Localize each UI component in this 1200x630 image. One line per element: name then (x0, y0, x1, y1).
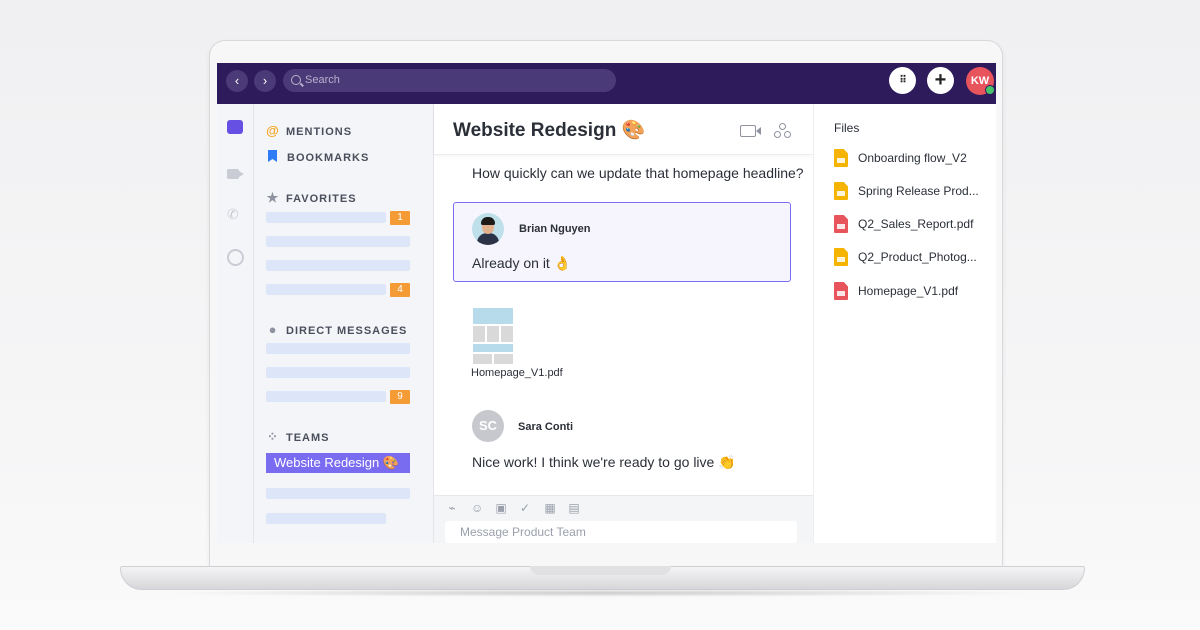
team-item-placeholder[interactable] (266, 488, 410, 499)
chat-pane: Website Redesign 🎨 How quickly can we up… (434, 104, 813, 543)
dm-item-placeholder[interactable] (266, 391, 386, 402)
favorite-item-placeholder[interactable] (266, 260, 410, 271)
calendar-icon[interactable]: ▦ (544, 502, 556, 514)
dm-item-placeholder[interactable] (266, 367, 410, 378)
video-icon[interactable] (227, 169, 244, 179)
file-item[interactable]: Q2_Sales_Report.pdf (834, 214, 994, 234)
note-icon[interactable]: ▤ (568, 502, 580, 514)
file-name: Spring Release Prod... (858, 184, 979, 198)
icon-rail: ✆ (217, 104, 254, 543)
online-status-dot (985, 85, 995, 95)
star-icon: ★ (266, 190, 280, 205)
files-title: Files (834, 121, 860, 135)
message-input[interactable]: Message Product Team (445, 521, 797, 543)
pdf-file-icon (834, 282, 848, 300)
video-call-icon[interactable] (740, 125, 761, 137)
team-item-placeholder[interactable] (266, 513, 386, 524)
back-button[interactable]: ‹ (226, 70, 248, 92)
message-text: Already on it 👌 (472, 255, 572, 271)
mentions-label: MENTIONS (286, 126, 353, 138)
bookmarks-label: BOOKMARKS (287, 152, 370, 164)
chat-header: Website Redesign 🎨 (434, 104, 813, 155)
pdf-thumbnail[interactable] (473, 308, 515, 364)
file-item[interactable]: Q2_Product_Photog... (834, 247, 994, 267)
task-icon[interactable]: ✓ (519, 502, 531, 514)
favorite-item-placeholder[interactable] (266, 212, 386, 223)
app-screen: ‹ › Search ⠿ + KW ✆ @ MENTIONS BOOKMARKS (217, 63, 996, 543)
pdf-file-icon (834, 215, 848, 233)
slides-file-icon (834, 182, 848, 200)
attach-icon[interactable]: ⌁ (446, 502, 458, 514)
emoji-icon[interactable]: ☺ (471, 502, 483, 514)
at-icon: @ (266, 123, 280, 138)
person-icon: ● (268, 322, 278, 337)
sidebar: @ MENTIONS BOOKMARKS ★ FAVORITES 1 4 ● DIRE… (254, 104, 434, 543)
chevron-right-icon: › (262, 73, 268, 88)
chevron-left-icon: ‹ (234, 73, 240, 88)
contacts-icon[interactable] (227, 249, 244, 266)
add-button[interactable]: + (927, 67, 954, 94)
team-item-website-redesign[interactable]: Website Redesign 🎨 (266, 453, 410, 473)
files-panel: Files Onboarding flow_V2 Spring Release … (813, 104, 996, 543)
forward-button[interactable]: › (254, 70, 276, 92)
unread-badge: 1 (390, 211, 410, 225)
unread-badge: 4 (390, 283, 410, 297)
laptop-shadow (160, 589, 1040, 597)
phone-icon[interactable]: ✆ (227, 207, 243, 221)
sender-name: Brian Nguyen (519, 223, 591, 235)
chat-title: Website Redesign 🎨 (453, 120, 646, 141)
composer: ⌁ ☺ ▣ ✓ ▦ ▤ Message Product Team (434, 495, 813, 543)
file-name: Q2_Product_Photog... (858, 250, 977, 264)
gif-icon[interactable]: ▣ (495, 502, 507, 514)
top-bar: ‹ › Search ⠿ + KW (217, 63, 996, 104)
slides-file-icon (834, 149, 848, 167)
favorites-label: FAVORITES (286, 193, 357, 205)
search-placeholder: Search (305, 74, 340, 86)
chat-icon[interactable] (227, 120, 243, 134)
message-text: Nice work! I think we're ready to go liv… (472, 454, 736, 470)
file-item[interactable]: Onboarding flow_V2 (834, 148, 994, 168)
plus-icon: + (934, 69, 947, 91)
file-name: Q2_Sales_Report.pdf (858, 217, 974, 231)
section-direct-messages[interactable]: ● DIRECT MESSAGES (266, 322, 407, 337)
section-favorites[interactable]: ★ FAVORITES (266, 190, 357, 206)
highlighted-message[interactable]: Brian Nguyen Already on it 👌 (453, 202, 791, 282)
members-icon[interactable] (774, 123, 791, 138)
section-teams[interactable]: ⁘ TEAMS (266, 429, 330, 445)
avatar: SC (472, 410, 504, 442)
sidebar-item-bookmarks[interactable]: BOOKMARKS (266, 150, 369, 164)
file-item[interactable]: Homepage_V1.pdf (834, 281, 994, 301)
sender-name: Sara Conti (518, 421, 574, 433)
attachment-name[interactable]: Homepage_V1.pdf (471, 367, 563, 379)
dialpad-button[interactable]: ⠿ (889, 67, 916, 94)
laptop-notch (530, 566, 671, 575)
unread-badge: 9 (390, 390, 410, 404)
file-name: Onboarding flow_V2 (858, 151, 967, 165)
file-item[interactable]: Spring Release Prod... (834, 181, 994, 201)
dialpad-icon: ⠿ (899, 75, 906, 86)
teams-icon: ⁘ (267, 429, 279, 444)
avatar (472, 213, 504, 245)
message-text: How quickly can we update that homepage … (472, 165, 804, 181)
file-name: Homepage_V1.pdf (858, 284, 959, 298)
sidebar-item-mentions[interactable]: @ MENTIONS (266, 123, 352, 138)
bookmark-icon (268, 150, 277, 162)
teams-label: TEAMS (286, 432, 330, 444)
dm-item-placeholder[interactable] (266, 343, 410, 354)
search-icon (291, 75, 301, 85)
direct-messages-label: DIRECT MESSAGES (286, 325, 408, 337)
favorite-item-placeholder[interactable] (266, 284, 386, 295)
search-input[interactable]: Search (283, 69, 616, 92)
favorite-item-placeholder[interactable] (266, 236, 410, 247)
slides-file-icon (834, 248, 848, 266)
